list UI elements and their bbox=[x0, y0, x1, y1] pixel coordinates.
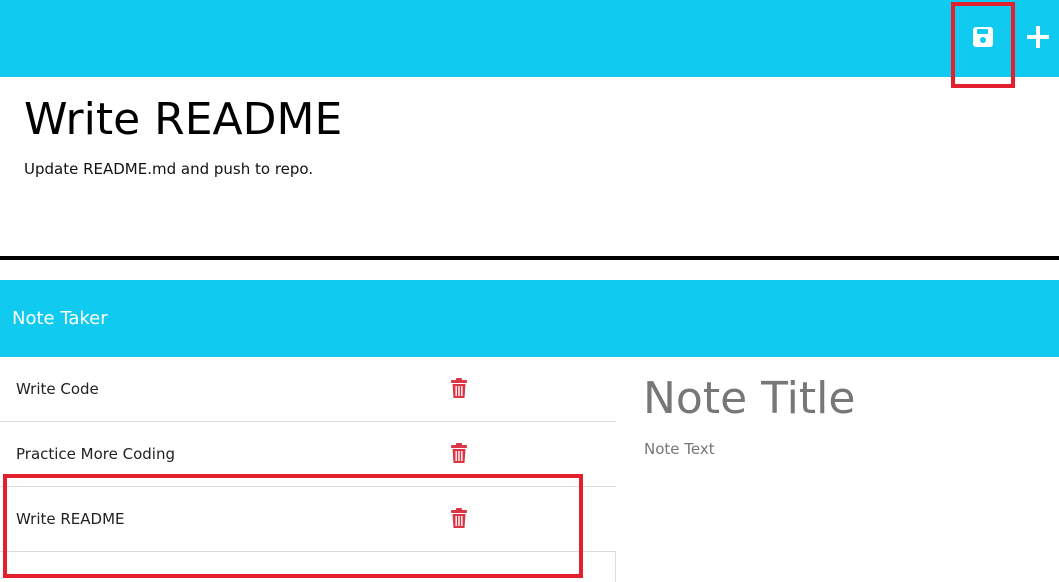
new-note-button[interactable] bbox=[1022, 20, 1054, 54]
plus-icon bbox=[1027, 26, 1049, 48]
note-label: Practice More Coding bbox=[16, 445, 176, 463]
active-note-display: Write README Update README.md and push t… bbox=[0, 77, 1059, 257]
save-note-button[interactable] bbox=[966, 20, 1000, 54]
trash-icon[interactable] bbox=[450, 508, 468, 529]
list-item[interactable]: Practice More Coding bbox=[0, 422, 616, 487]
note-text-input[interactable]: Note Text bbox=[644, 439, 715, 459]
list-item[interactable]: Write README bbox=[0, 487, 616, 552]
trash-icon[interactable] bbox=[450, 443, 468, 464]
list-item[interactable]: Write Code bbox=[0, 357, 616, 422]
floppy-disk-icon bbox=[973, 27, 993, 47]
trash-icon[interactable] bbox=[450, 378, 468, 399]
note-list: Write Code Practice More Coding Write RE… bbox=[0, 357, 616, 582]
divider bbox=[0, 256, 1059, 260]
active-note-title: Write README bbox=[24, 94, 343, 145]
active-note-text: Update README.md and push to repo. bbox=[24, 160, 314, 178]
top-toolbar bbox=[0, 0, 1059, 77]
note-editor: Note Title Note Text bbox=[617, 357, 1059, 582]
note-label: Write Code bbox=[16, 380, 99, 398]
navbar-brand[interactable]: Note Taker bbox=[12, 308, 108, 330]
note-label: Write README bbox=[16, 510, 125, 528]
note-title-input[interactable]: Note Title bbox=[643, 373, 855, 425]
navbar: Note Taker bbox=[0, 280, 1059, 357]
